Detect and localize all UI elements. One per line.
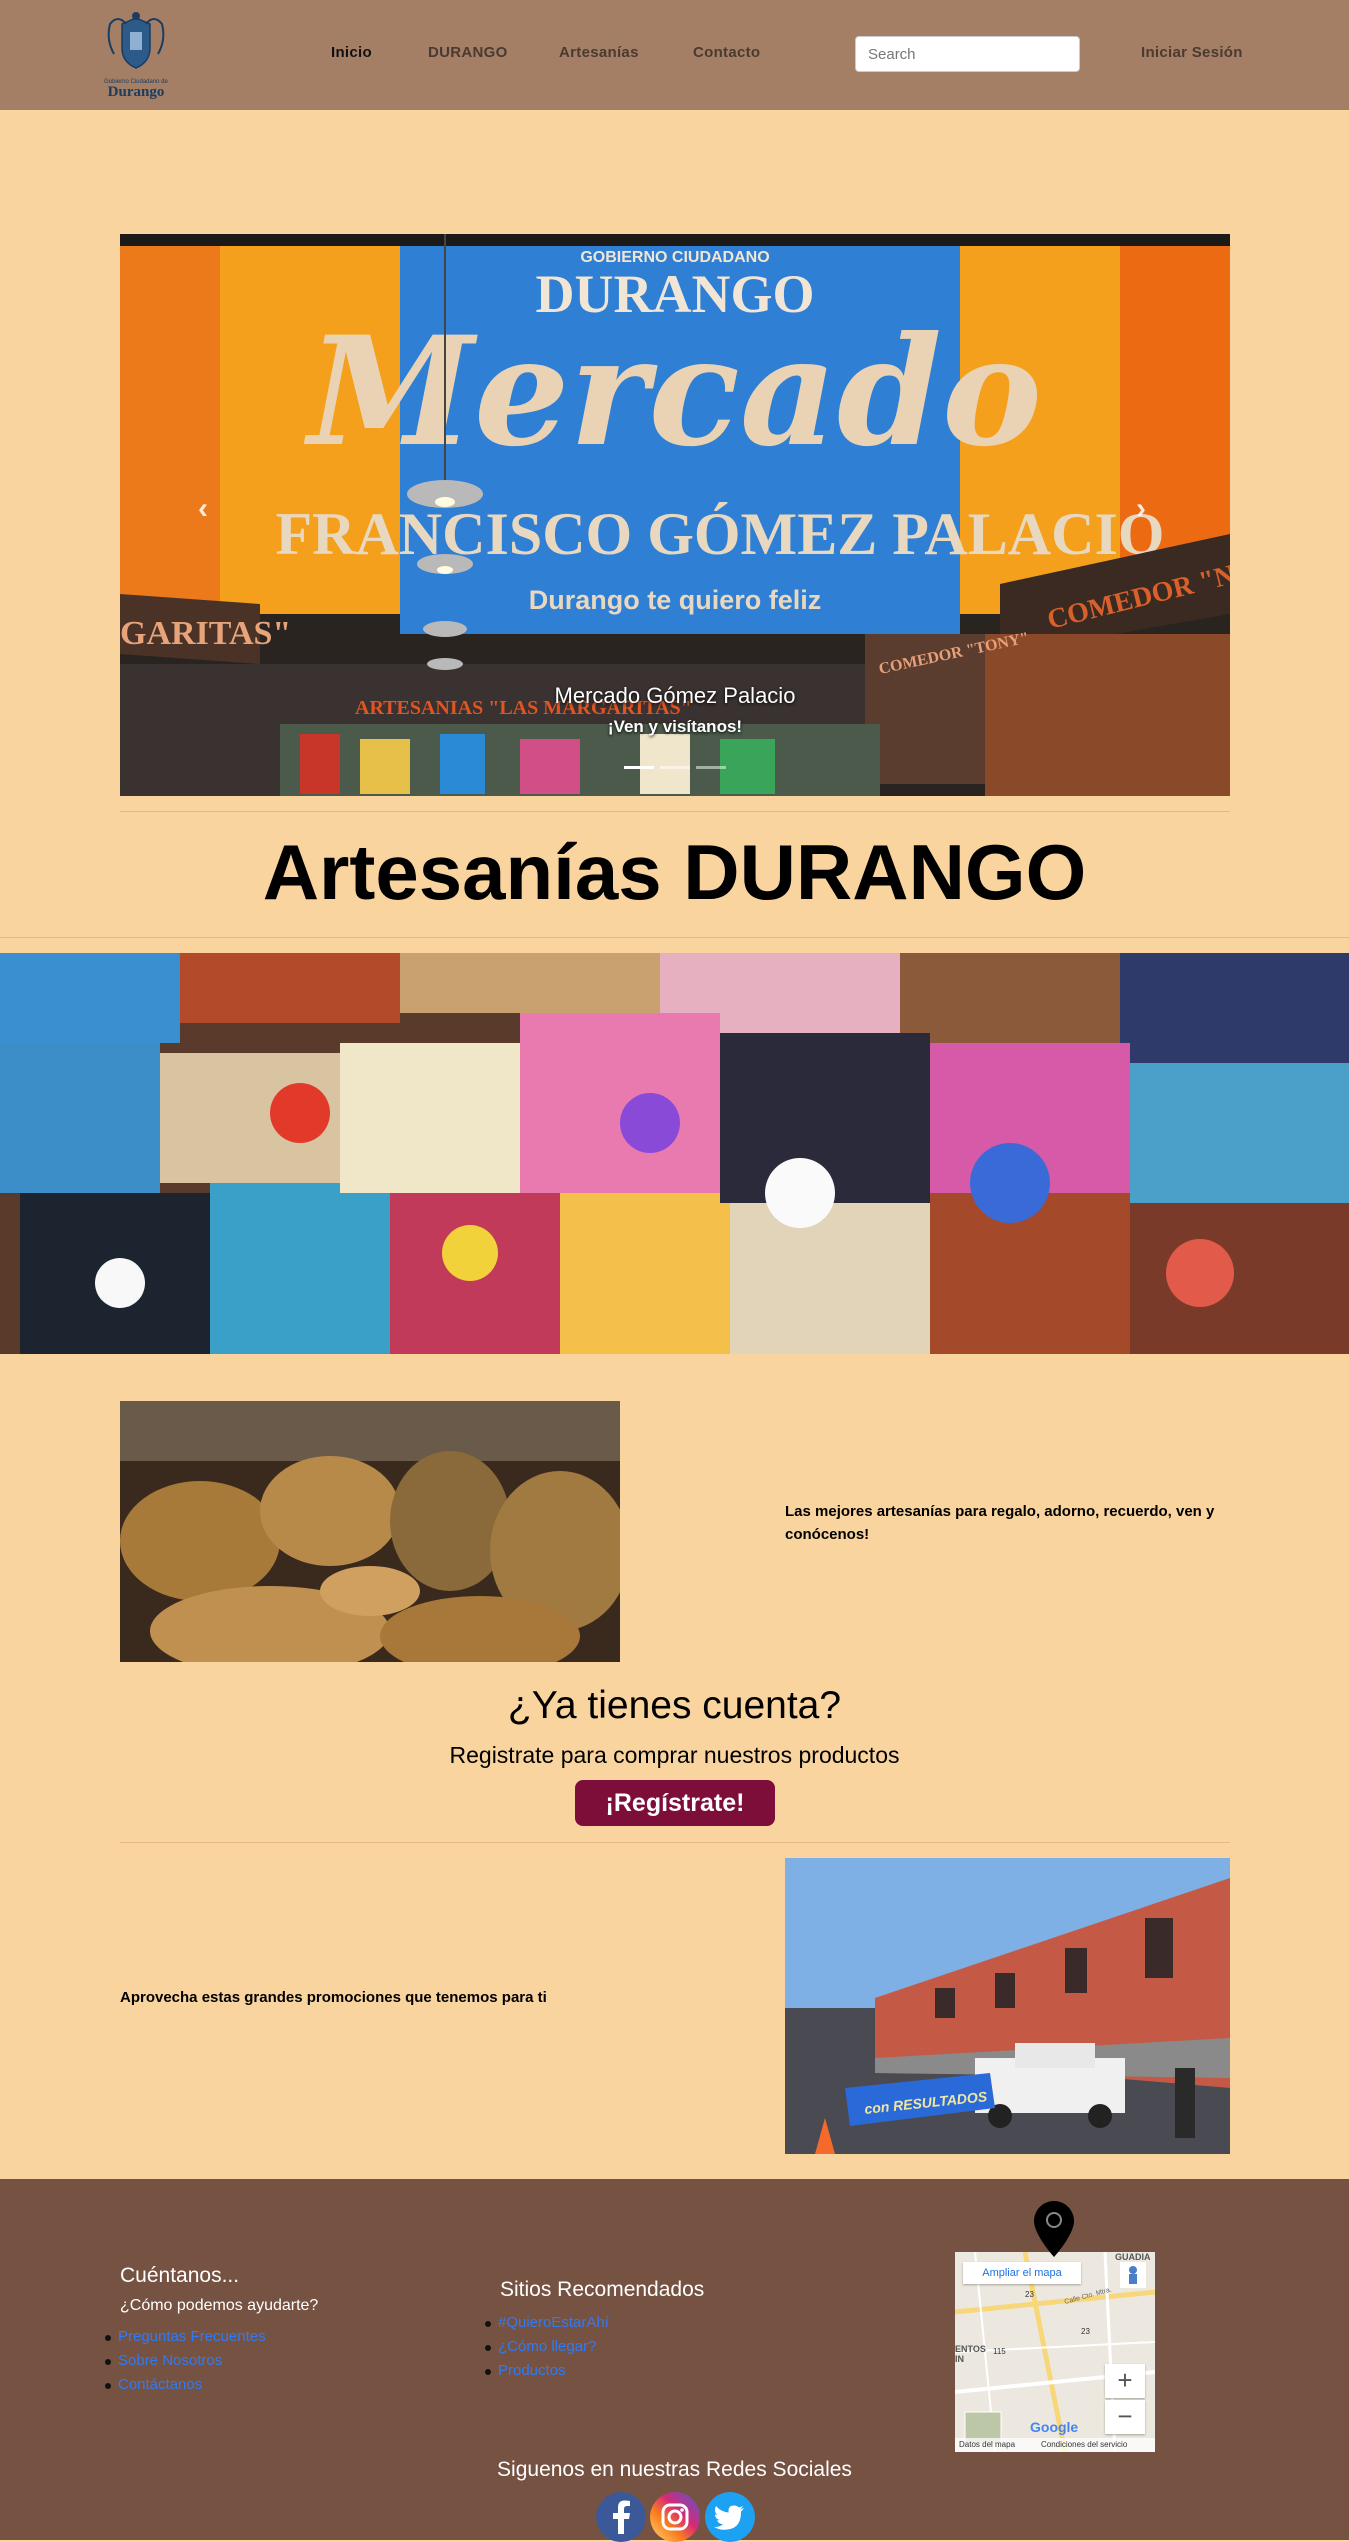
account-subtitle: Registrate para comprar nuestros product…: [449, 1742, 900, 1768]
footer-col1-list: Preguntas Frecuentes Sobre Nosotros Cont…: [105, 2325, 266, 2397]
divider: [0, 937, 1349, 938]
map-label: 23: [1081, 2327, 1090, 2336]
crafts-banner-image: [0, 953, 1349, 1354]
map-terms-link[interactable]: Condiciones del servicio: [1041, 2438, 1127, 2452]
footer-col2-title: Sitios Recomendados: [500, 2278, 705, 2301]
sign-motto: Durango te quiero feliz: [529, 585, 822, 615]
social-title: Siguenos en nuestras Redes Sociales: [497, 2458, 852, 2481]
list-item: Sobre Nosotros: [105, 2349, 266, 2373]
market-photo: GOBIERNO CIUDADANO DURANGO Mercado FRANC…: [120, 234, 1230, 796]
carousel-next-button[interactable]: ›: [1136, 492, 1146, 526]
carousel-caption-title: Mercado Gómez Palacio: [554, 683, 796, 708]
map-zoom-in-button[interactable]: +: [1105, 2364, 1145, 2398]
list-item: Contáctanos: [105, 2373, 266, 2397]
footer-col1-subtitle: ¿Cómo podemos ayudarte?: [120, 2297, 319, 2314]
map-footer: Datos del mapa Condiciones del servicio: [955, 2438, 1155, 2452]
promo-text: Las mejores artesanías para regalo, ador…: [785, 1503, 1215, 1543]
login-link[interactable]: Iniciar Sesión: [1141, 44, 1243, 61]
account-title: ¿Ya tienes cuenta?: [507, 1684, 842, 1727]
map-label: 23: [1025, 2290, 1034, 2299]
carousel-prev-button[interactable]: ‹: [198, 492, 208, 526]
map-expand-button[interactable]: Ampliar el mapa: [963, 2262, 1081, 2284]
link-productos[interactable]: Productos: [498, 2362, 566, 2379]
carousel-indicator-1[interactable]: [624, 766, 654, 769]
link-como-llegar[interactable]: ¿Cómo llegar?: [498, 2338, 596, 2355]
streetview-icon[interactable]: [1120, 2262, 1146, 2288]
list-item: Productos: [485, 2359, 609, 2383]
instagram-icon[interactable]: [650, 2492, 700, 2542]
link-faq[interactable]: Preguntas Frecuentes: [118, 2328, 266, 2345]
twitter-icon[interactable]: [705, 2492, 755, 2542]
footer-col1-title: Cuéntanos...: [120, 2264, 240, 2287]
promo2-text: Aprovecha estas grandes promociones que …: [120, 1989, 547, 2006]
map-label: GUADIA: [1115, 2252, 1151, 2262]
logo-text: Durango: [108, 84, 165, 100]
map-data-link[interactable]: Datos del mapa: [959, 2438, 1015, 2452]
map-zoom-out-button[interactable]: −: [1105, 2400, 1145, 2434]
search-input[interactable]: [855, 36, 1080, 72]
sign-name: FRANCISCO GÓMEZ PALACIO: [276, 501, 1165, 567]
divider: [120, 811, 1230, 812]
baskets-image: [120, 1401, 620, 1662]
hero-carousel: GOBIERNO CIUDADANO DURANGO Mercado FRANC…: [120, 234, 1230, 796]
page-title: Artesanías DURANGO: [262, 828, 1087, 916]
divider: [120, 1842, 1230, 1843]
durango-logo[interactable]: Gobierno Ciudadano de Durango: [100, 10, 172, 100]
google-logo: Google: [1030, 2419, 1078, 2435]
facebook-icon[interactable]: [596, 2492, 646, 2542]
link-quiero-estar[interactable]: #QuieroEstarAhí: [498, 2314, 609, 2331]
map-label: IN: [955, 2354, 964, 2364]
street-image: con RESULTADOS: [785, 1858, 1230, 2154]
sign-left: GARITAS": [120, 615, 291, 652]
register-button[interactable]: ¡Regístrate!: [575, 1780, 775, 1826]
map-label: 115: [993, 2347, 1006, 2356]
sign-script: Mercado: [303, 304, 1042, 480]
footer-col2-list: #QuieroEstarAhí ¿Cómo llegar? Productos: [485, 2311, 609, 2383]
carousel-indicator-3[interactable]: [696, 766, 726, 769]
map-label: ENTOS: [955, 2344, 986, 2354]
list-item: #QuieroEstarAhí: [485, 2311, 609, 2335]
nav-artesanias[interactable]: Artesanías: [559, 44, 639, 61]
carousel-caption-sub: ¡Ven y visítanos!: [607, 717, 743, 736]
map-embed[interactable]: GUADIA ENTOS IN Calle Cto. Mtra. 23 115 …: [955, 2252, 1155, 2452]
list-item: Preguntas Frecuentes: [105, 2325, 266, 2349]
link-contact[interactable]: Contáctanos: [118, 2376, 202, 2393]
nav-contacto[interactable]: Contacto: [693, 44, 760, 61]
location-pin-icon: [1034, 2201, 1074, 2257]
list-item: ¿Cómo llegar?: [485, 2335, 609, 2359]
nav-inicio[interactable]: Inicio: [331, 44, 372, 61]
link-about[interactable]: Sobre Nosotros: [118, 2352, 222, 2369]
carousel-indicator-2[interactable]: [660, 766, 690, 769]
nav-durango[interactable]: DURANGO: [428, 44, 508, 61]
navbar: Gobierno Ciudadano de Durango Inicio DUR…: [0, 0, 1349, 110]
